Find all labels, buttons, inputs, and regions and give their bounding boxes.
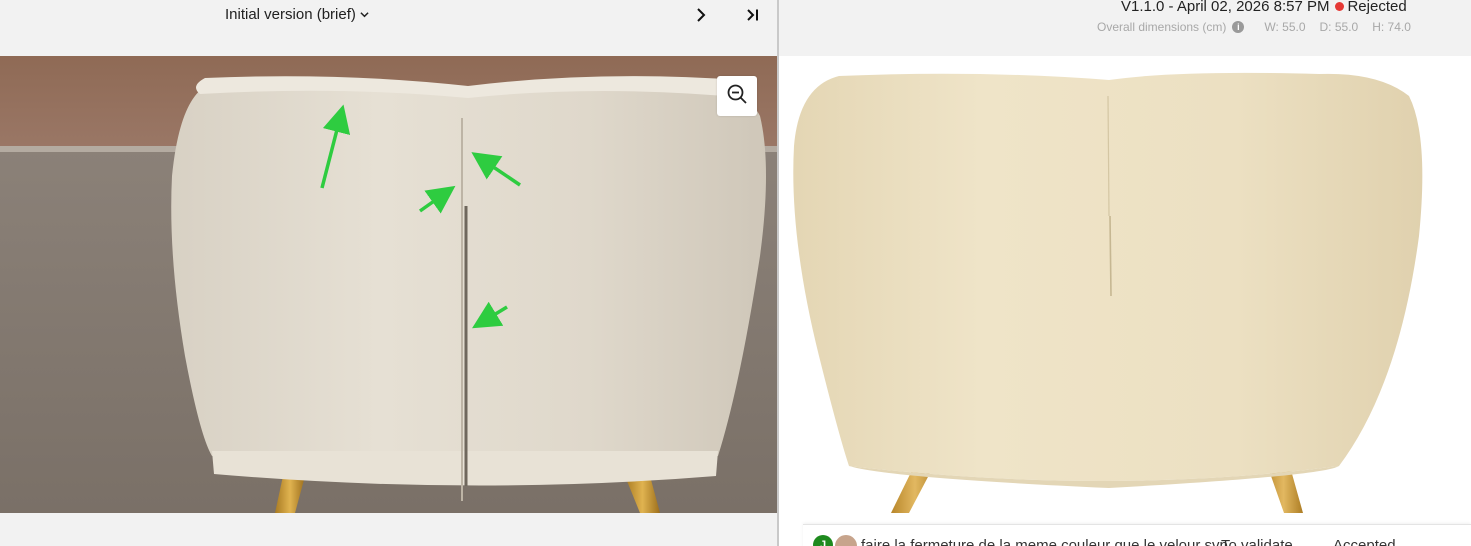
avatar: J xyxy=(813,535,833,546)
left-pane: Initial version (brief) xyxy=(0,0,777,546)
avatar-photo xyxy=(833,533,859,546)
right-header: V1.1.0 - April 02, 2026 8:57 PM Rejected… xyxy=(779,0,1471,56)
status-accepted[interactable]: Accepted xyxy=(1333,537,1396,546)
version-info: V1.1.0 - April 02, 2026 8:57 PM Rejected xyxy=(1121,0,1407,15)
dimension-depth: D: 55.0 xyxy=(1319,20,1359,34)
chair-render-illustration xyxy=(793,72,1423,513)
render-image xyxy=(779,56,1471,513)
dimensions-label: Overall dimensions (cm) xyxy=(1097,20,1227,34)
status-to-validate[interactable]: To validate xyxy=(1221,537,1293,546)
status-dot xyxy=(1335,2,1345,11)
next-button[interactable] xyxy=(690,6,712,28)
skip-to-end-icon xyxy=(746,8,760,27)
comment-row[interactable]: J faire la fermeture de la meme couleur … xyxy=(803,524,1471,546)
dimension-width: W: 55.0 xyxy=(1264,20,1306,34)
chair-photo-illustration xyxy=(0,56,777,513)
version-dropdown-label: Initial version (brief) xyxy=(225,6,356,23)
reference-photo xyxy=(0,56,777,513)
chevron-down-icon xyxy=(360,10,369,22)
comment-text: faire la fermeture de la meme couleur qu… xyxy=(861,537,1228,546)
last-button[interactable] xyxy=(742,6,764,28)
right-pane: V1.1.0 - April 02, 2026 8:57 PM Rejected… xyxy=(779,0,1471,546)
zoom-out-button[interactable] xyxy=(717,76,757,116)
dimension-height: H: 74.0 xyxy=(1372,20,1411,34)
dimensions-row: Overall dimensions (cm) i W: 55.0 D: 55.… xyxy=(1097,20,1419,34)
chevron-right-icon xyxy=(695,7,707,27)
zoom-out-icon xyxy=(726,83,748,110)
status-label: Rejected xyxy=(1347,0,1407,15)
version-dropdown[interactable]: Initial version (brief) xyxy=(225,6,369,23)
compare-viewer: Initial version (brief) V1.1.0 - April 0… xyxy=(0,0,1471,546)
left-footer xyxy=(0,513,777,546)
version-text: V1.1.0 - April 02, 2026 8:57 PM xyxy=(1121,0,1330,15)
info-icon[interactable]: i xyxy=(1232,21,1245,33)
left-header: Initial version (brief) xyxy=(0,0,777,56)
